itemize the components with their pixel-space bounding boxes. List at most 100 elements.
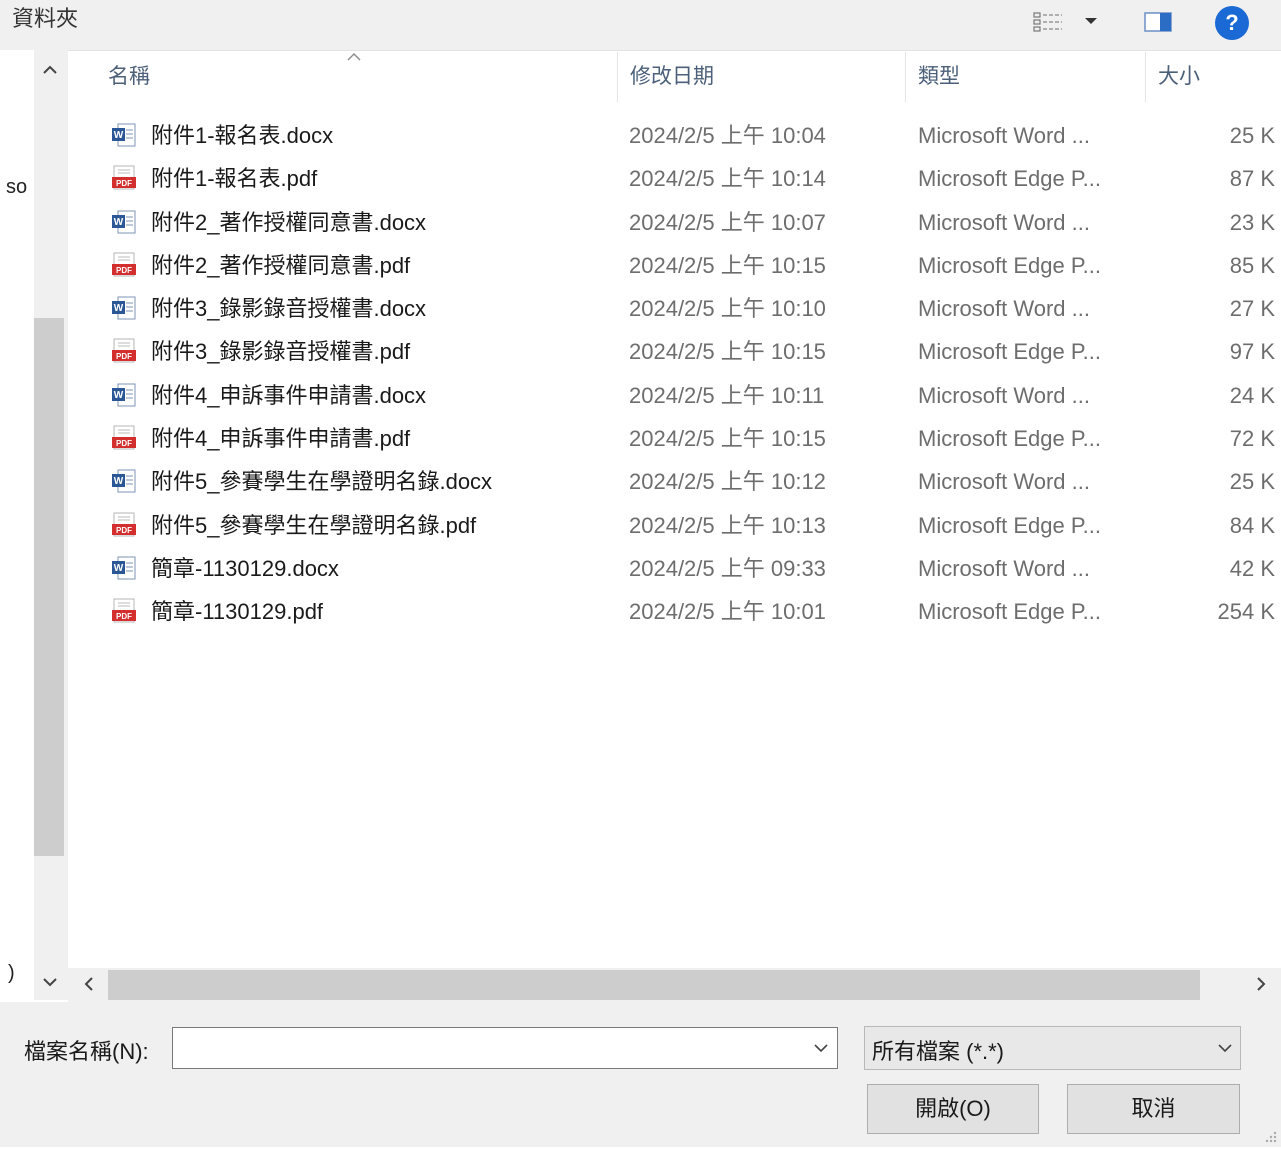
file-modified-date: 2024/2/5 上午 10:11	[629, 382, 825, 408]
column-divider[interactable]	[1145, 52, 1146, 102]
file-type: Microsoft Word ...	[918, 123, 1090, 148]
file-name: 簡章-1130129.docx	[151, 555, 339, 581]
word-document-icon: W	[111, 122, 137, 148]
file-type: Microsoft Word ...	[918, 296, 1090, 322]
horizontal-scrollbar-thumb[interactable]	[108, 970, 1200, 1000]
file-modified-date: 2024/2/5 上午 10:14	[629, 166, 826, 192]
scroll-left-arrow-icon[interactable]	[78, 972, 100, 996]
pdf-document-icon: PDF	[111, 252, 137, 278]
file-name: 附件2_著作授權同意書.docx	[151, 209, 427, 235]
nav-truncated-text[interactable]: )	[8, 962, 15, 985]
svg-text:PDF: PDF	[116, 266, 132, 275]
pdf-document-icon: PDF	[111, 598, 137, 624]
file-row[interactable]: W 附件5_參賽學生在學證明名錄.docx 2024/2/5 上午 10:12 Mic…	[0, 460, 1281, 503]
pdf-document-icon: PDF	[111, 165, 137, 191]
file-type: Microsoft Edge P...	[918, 426, 1102, 452]
file-modified-date: 2024/2/5 上午 10:07	[629, 209, 826, 235]
file-row[interactable]: W 簡章-1130129.docx 2024/2/5 上午 09:33 Microso…	[0, 547, 1281, 590]
svg-text:W: W	[114, 303, 124, 314]
file-name: 附件4_申訴事件申請書.pdf	[151, 426, 411, 452]
file-name: 附件1-報名表.pdf	[151, 166, 318, 192]
pdf-document-icon: PDF	[111, 512, 137, 538]
column-header-modified[interactable]: 修改日期	[630, 52, 714, 102]
file-list: W 附件1-報名表.docx 2024/2/5 上午 10:04 Microsoft …	[0, 114, 1281, 634]
file-type: Microsoft Edge P...	[918, 166, 1102, 192]
svg-text:W: W	[114, 563, 124, 574]
file-size: 25 K	[1229, 123, 1275, 148]
file-modified-date: 2024/2/5 上午 10:15	[629, 426, 826, 452]
column-divider[interactable]	[617, 52, 618, 102]
svg-text:PDF: PDF	[116, 179, 132, 188]
sort-ascending-icon	[344, 50, 364, 64]
file-modified-date: 2024/2/5 上午 10:15	[629, 252, 826, 278]
file-row[interactable]: PDF 附件1-報名表.pdf 2024/2/5 上午 10:14 Microsoft…	[0, 157, 1281, 200]
file-name: 附件3_錄影錄音授權書.pdf	[151, 339, 411, 365]
file-row[interactable]: PDF 附件4_申訴事件申請書.pdf 2024/2/5 上午 10:15 Micro…	[0, 417, 1281, 460]
file-modified-date: 2024/2/5 上午 09:33	[629, 555, 826, 581]
word-document-icon: W	[111, 209, 137, 235]
file-row[interactable]: PDF 簡章-1130129.pdf 2024/2/5 上午 10:01 Micros…	[0, 590, 1281, 633]
file-type: Microsoft Edge P...	[918, 512, 1102, 538]
file-size: 87 K	[1229, 166, 1275, 192]
file-name: 附件5_參賽學生在學證明名錄.docx	[151, 469, 493, 495]
details-view-icon[interactable]	[1032, 10, 1066, 34]
file-size: 25 K	[1229, 469, 1275, 495]
file-row[interactable]: W 附件1-報名表.docx 2024/2/5 上午 10:04 Microsoft …	[0, 114, 1281, 157]
file-type: Microsoft Word ...	[918, 209, 1090, 235]
column-header-name[interactable]: 名稱	[108, 52, 150, 102]
file-modified-date: 2024/2/5 上午 10:15	[629, 339, 826, 365]
cancel-button[interactable]: 取消	[1067, 1084, 1240, 1134]
open-button[interactable]: 開啟(O)	[867, 1084, 1039, 1134]
column-header-type[interactable]: 類型	[918, 52, 960, 102]
file-modified-date: 2024/2/5 上午 10:04	[629, 123, 826, 148]
file-size: 97 K	[1229, 339, 1275, 365]
view-options-chevron-down-icon[interactable]	[1082, 12, 1100, 30]
filename-input[interactable]	[172, 1027, 838, 1069]
help-icon[interactable]: ?	[1215, 6, 1249, 40]
svg-text:PDF: PDF	[116, 612, 132, 621]
file-modified-date: 2024/2/5 上午 10:10	[629, 296, 826, 322]
file-size: 42 K	[1229, 555, 1275, 581]
file-modified-date: 2024/2/5 上午 10:12	[629, 469, 826, 495]
pdf-document-icon: PDF	[111, 425, 137, 451]
file-size: 24 K	[1229, 382, 1275, 408]
file-row[interactable]: PDF 附件2_著作授權同意書.pdf 2024/2/5 上午 10:15 Micro…	[0, 244, 1281, 287]
svg-text:W: W	[114, 130, 124, 141]
file-type: Microsoft Word ...	[918, 382, 1090, 408]
filename-label: 檔案名稱(N):	[24, 1039, 149, 1064]
scroll-down-arrow-icon[interactable]	[38, 970, 62, 994]
file-row[interactable]: W 附件4_申訴事件申請書.docx 2024/2/5 上午 10:11 Micros…	[0, 374, 1281, 417]
filetype-select-value[interactable]: 所有檔案 (*.*)	[872, 1034, 1004, 1066]
file-size: 72 K	[1229, 426, 1275, 452]
file-name: 附件5_參賽學生在學證明名錄.pdf	[151, 512, 477, 538]
file-name: 簡章-1130129.pdf	[151, 599, 324, 625]
file-size: 27 K	[1229, 296, 1275, 322]
svg-text:PDF: PDF	[116, 439, 132, 448]
file-size: 23 K	[1229, 209, 1275, 235]
file-row[interactable]: PDF 附件3_錄影錄音授權書.pdf 2024/2/5 上午 10:15 Micro…	[0, 330, 1281, 373]
file-row[interactable]: PDF 附件5_參賽學生在學證明名錄.pdf 2024/2/5 上午 10:13 Mi…	[0, 504, 1281, 547]
column-header-size[interactable]: 大小	[1158, 52, 1200, 102]
folder-label: 資料夾	[12, 6, 79, 31]
word-document-icon: W	[111, 555, 137, 581]
file-type: Microsoft Edge P...	[918, 252, 1102, 278]
svg-text:W: W	[114, 390, 124, 401]
file-row[interactable]: W 附件2_著作授權同意書.docx 2024/2/5 上午 10:07 Micros…	[0, 201, 1281, 244]
file-size: 84 K	[1229, 512, 1275, 538]
file-row[interactable]: W 附件3_錄影錄音授權書.docx 2024/2/5 上午 10:10 Micros…	[0, 287, 1281, 330]
file-size: 254 K	[1217, 599, 1276, 625]
resize-grip-icon[interactable]	[1262, 1128, 1278, 1144]
word-document-icon: W	[111, 468, 137, 494]
preview-pane-icon[interactable]	[1143, 10, 1175, 34]
filetype-chevron-down-icon[interactable]	[1214, 1037, 1236, 1059]
pdf-document-icon: PDF	[111, 338, 137, 364]
file-size: 85 K	[1229, 252, 1275, 278]
file-type: Microsoft Word ...	[918, 555, 1090, 581]
word-document-icon: W	[111, 295, 137, 321]
column-divider[interactable]	[905, 52, 906, 102]
scroll-up-arrow-icon[interactable]	[38, 58, 62, 82]
file-modified-date: 2024/2/5 上午 10:01	[629, 599, 826, 625]
scroll-right-arrow-icon[interactable]	[1250, 972, 1272, 996]
filename-history-chevron-down-icon[interactable]	[810, 1037, 832, 1059]
file-name: 附件1-報名表.docx	[151, 123, 334, 148]
